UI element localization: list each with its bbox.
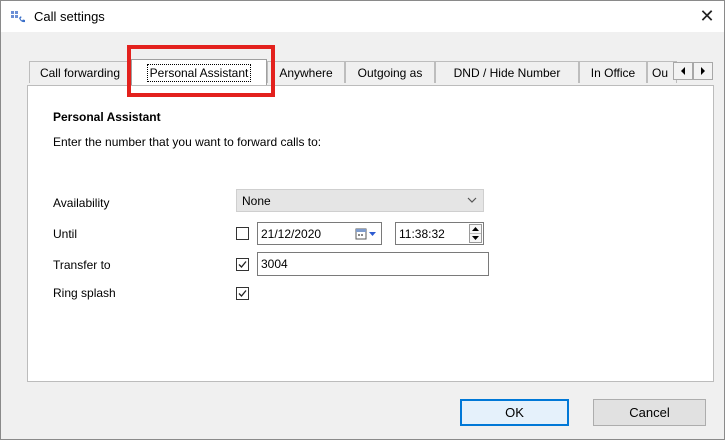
- calendar-dropdown-icon[interactable]: [355, 228, 377, 240]
- tab-anywhere[interactable]: Anywhere: [267, 61, 345, 83]
- scroll-left-icon: [681, 67, 685, 75]
- tab-dnd-hide-number[interactable]: DND / Hide Number: [435, 61, 579, 83]
- ring-splash-checkbox[interactable]: [236, 287, 249, 300]
- personal-assistant-panel: Personal Assistant Enter the number that…: [27, 85, 714, 382]
- highlight-annotation: [127, 45, 275, 97]
- ring-splash-label: Ring splash: [53, 286, 116, 300]
- transfer-to-label: Transfer to: [53, 258, 111, 272]
- availability-select[interactable]: None: [236, 189, 484, 212]
- tab-label: Call forwarding: [39, 65, 121, 80]
- spin-down-icon[interactable]: [470, 234, 481, 242]
- until-time-picker[interactable]: 11:38:32: [395, 222, 484, 245]
- transfer-to-value: 3004: [261, 257, 288, 271]
- time-spinner[interactable]: [469, 224, 482, 243]
- until-label: Until: [53, 227, 78, 241]
- scroll-left-button[interactable]: [673, 62, 693, 80]
- until-time-value: 11:38:32: [399, 227, 445, 241]
- checkmark-icon: [238, 290, 247, 297]
- tab-scroll-buttons: [673, 62, 715, 80]
- tab-label: DND / Hide Number: [453, 65, 561, 80]
- tab-label: In Office: [590, 65, 636, 80]
- checkmark-icon: [238, 261, 247, 268]
- tab-call-forwarding[interactable]: Call forwarding: [29, 61, 131, 83]
- tab-label: Ou: [652, 65, 669, 80]
- instruction-text: Enter the number that you want to forwar…: [53, 135, 322, 149]
- until-date-picker[interactable]: 21/12/2020: [257, 222, 382, 245]
- section-title: Personal Assistant: [53, 110, 161, 124]
- chevron-down-icon: [467, 197, 477, 203]
- tab-label: Anywhere: [279, 65, 333, 80]
- close-icon: ✕: [699, 6, 715, 26]
- ok-label: OK: [505, 405, 524, 420]
- window-title: Call settings: [34, 9, 105, 24]
- call-settings-icon: [10, 10, 26, 24]
- availability-label: Availability: [53, 196, 110, 210]
- call-settings-dialog: Call settings ✕ Call forwarding Personal…: [0, 0, 725, 440]
- title-bar: Call settings ✕: [1, 1, 724, 32]
- transfer-to-checkbox[interactable]: [236, 258, 249, 271]
- transfer-to-input[interactable]: 3004: [257, 252, 489, 276]
- close-button[interactable]: ✕: [690, 1, 724, 32]
- ok-button[interactable]: OK: [460, 399, 569, 426]
- until-date-value: 21/12/2020: [261, 227, 322, 241]
- tab-label: Outgoing as: [357, 65, 423, 80]
- spin-up-icon[interactable]: [470, 225, 481, 234]
- scroll-right-button[interactable]: [693, 62, 713, 80]
- scroll-right-icon: [701, 67, 705, 75]
- tab-in-office[interactable]: In Office: [579, 61, 647, 83]
- cancel-label: Cancel: [629, 405, 670, 420]
- cancel-button[interactable]: Cancel: [593, 399, 706, 426]
- until-checkbox[interactable]: [236, 227, 249, 240]
- tab-outgoing-as[interactable]: Outgoing as: [345, 61, 435, 83]
- availability-value: None: [242, 194, 271, 208]
